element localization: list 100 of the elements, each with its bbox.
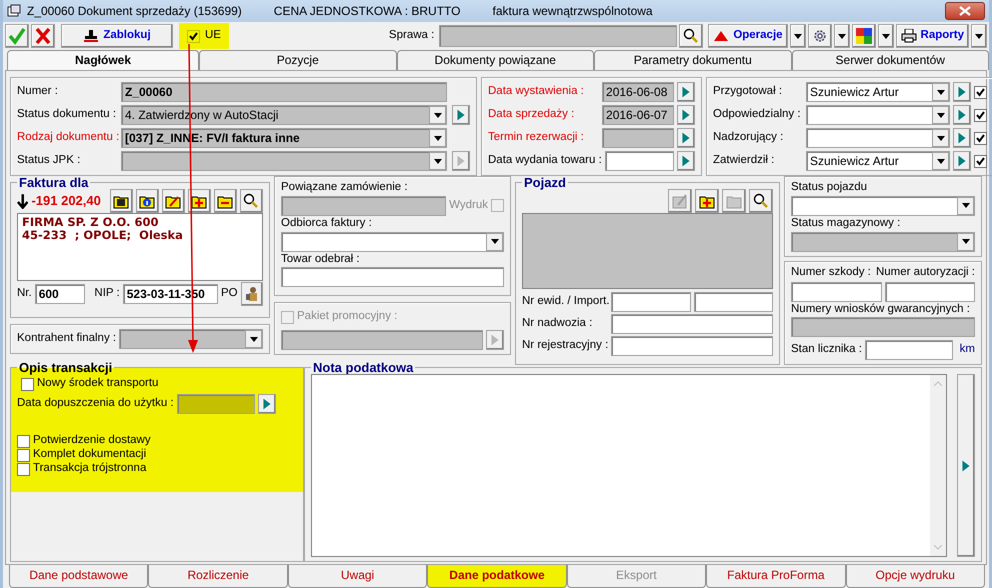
close-icon (959, 6, 971, 16)
dropdown-button[interactable] (957, 232, 974, 251)
arrow-button[interactable] (677, 82, 695, 102)
confirm-button[interactable] (5, 24, 29, 48)
dropdown-field[interactable] (119, 329, 263, 349)
checkbox[interactable] (974, 108, 987, 122)
checkbox[interactable] (17, 448, 30, 462)
dropdown-field[interactable] (791, 232, 975, 252)
arrow-button[interactable] (452, 105, 470, 125)
toolbar-button[interactable] (110, 189, 133, 213)
dropdown-field[interactable] (121, 151, 447, 171)
tab[interactable]: Dane podstawowe (9, 565, 148, 588)
tab[interactable]: Pozycje (199, 50, 396, 70)
close-button[interactable] (945, 2, 985, 20)
date-field[interactable]: 2016-06-07 (602, 105, 674, 125)
input-field[interactable] (884, 282, 975, 302)
input-field[interactable]: 600 (34, 284, 86, 304)
dropdown-field[interactable]: Szuniewicz Artur (806, 151, 950, 171)
input-field[interactable]: Z_00060 (121, 82, 447, 102)
toolbar-button[interactable] (136, 189, 159, 213)
dropdown-button[interactable] (429, 129, 446, 147)
arrow-button[interactable] (953, 151, 971, 171)
puzzle-button[interactable] (852, 24, 876, 48)
tab[interactable]: Dokumenty powiązane (396, 50, 594, 70)
dropdown-button[interactable] (429, 152, 446, 170)
checkbox[interactable] (17, 462, 30, 476)
toolbar-button[interactable] (695, 189, 719, 213)
dropdown-button[interactable] (957, 196, 974, 215)
down-arrow-icon (17, 193, 28, 209)
dropdown-field[interactable] (806, 128, 950, 148)
input-field[interactable] (611, 336, 773, 356)
dropdown-button[interactable] (790, 24, 806, 48)
dropdown-field[interactable] (281, 232, 504, 252)
input-field[interactable] (281, 330, 483, 350)
dropdown-button[interactable] (932, 106, 949, 124)
arrow-button[interactable] (486, 330, 504, 350)
field-label: Numer : (17, 85, 59, 99)
checkbox[interactable] (974, 86, 987, 98)
reports-button[interactable]: Raporty (896, 24, 969, 48)
dropdown-button[interactable] (834, 24, 850, 48)
date-field[interactable]: 2016-06-08 (602, 82, 674, 102)
tab[interactable]: Rozliczenie (148, 565, 288, 588)
arrow-button[interactable] (957, 374, 975, 557)
arrow-button[interactable] (258, 394, 276, 414)
arrow-button[interactable] (953, 128, 971, 148)
input-field[interactable] (864, 340, 953, 360)
tab[interactable]: Faktura ProForma (706, 565, 846, 588)
dropdown-button[interactable] (932, 152, 949, 170)
checkbox[interactable] (974, 132, 987, 144)
search-button[interactable] (679, 24, 704, 48)
tab[interactable]: Parametry dokumentu (594, 50, 792, 70)
arrow-button[interactable] (677, 151, 695, 171)
tab[interactable]: Nagłówek (7, 50, 199, 70)
tab[interactable]: Serwer dokumentów (792, 50, 989, 70)
tab[interactable]: Opcje wydruku (846, 565, 985, 588)
tab[interactable]: Dane podatkowe (427, 565, 567, 588)
date-field[interactable] (602, 128, 674, 148)
dropdown-button[interactable] (486, 232, 503, 251)
dropdown-button[interactable] (245, 330, 262, 348)
date-field[interactable] (176, 394, 255, 414)
contact-button[interactable] (240, 282, 263, 306)
dropdown-button[interactable] (932, 83, 949, 101)
toolbar-button[interactable] (749, 189, 773, 213)
settings-button[interactable] (808, 24, 832, 48)
dropdown-button[interactable] (932, 129, 949, 147)
arrow-button[interactable] (677, 105, 695, 125)
date-field[interactable] (604, 151, 674, 171)
arrow-button[interactable] (953, 105, 971, 125)
dropdown-button[interactable] (429, 106, 446, 124)
checkbox[interactable] (187, 30, 200, 42)
cancel-button[interactable] (31, 24, 55, 48)
search-button[interactable] (240, 189, 263, 213)
checkbox[interactable] (17, 434, 30, 448)
toolbar-button[interactable] (162, 189, 185, 213)
dropdown-button[interactable] (878, 24, 894, 48)
input-field[interactable] (791, 317, 975, 338)
input-field[interactable] (281, 196, 446, 216)
input-field[interactable] (611, 314, 773, 334)
dropdown-button[interactable] (971, 24, 987, 48)
window-icon (7, 4, 21, 18)
input-field[interactable] (439, 25, 678, 47)
arrow-button[interactable] (677, 128, 695, 148)
caret-icon (936, 112, 944, 118)
dropdown-field[interactable] (791, 196, 975, 216)
dropdown-field[interactable] (806, 105, 950, 125)
input-field[interactable] (281, 267, 504, 288)
toolbar-button[interactable] (188, 189, 211, 213)
field-label: Numer autoryzacji : (876, 266, 975, 280)
toolbar-button[interactable] (214, 189, 237, 213)
checkbox[interactable] (21, 378, 34, 390)
input-field[interactable] (791, 282, 882, 302)
operations-button[interactable]: Operacje (708, 24, 788, 48)
tab[interactable]: Uwagi (288, 565, 428, 588)
arrow-button[interactable] (953, 82, 971, 102)
input-field[interactable] (694, 292, 773, 312)
dropdown-field[interactable]: Szuniewicz Artur (806, 82, 950, 102)
window-title: faktura wewnątrzwspólnotowa (492, 4, 653, 18)
input-field[interactable] (611, 292, 690, 312)
lock-button[interactable]: Zablokuj (61, 24, 173, 48)
checkbox[interactable] (974, 154, 987, 168)
